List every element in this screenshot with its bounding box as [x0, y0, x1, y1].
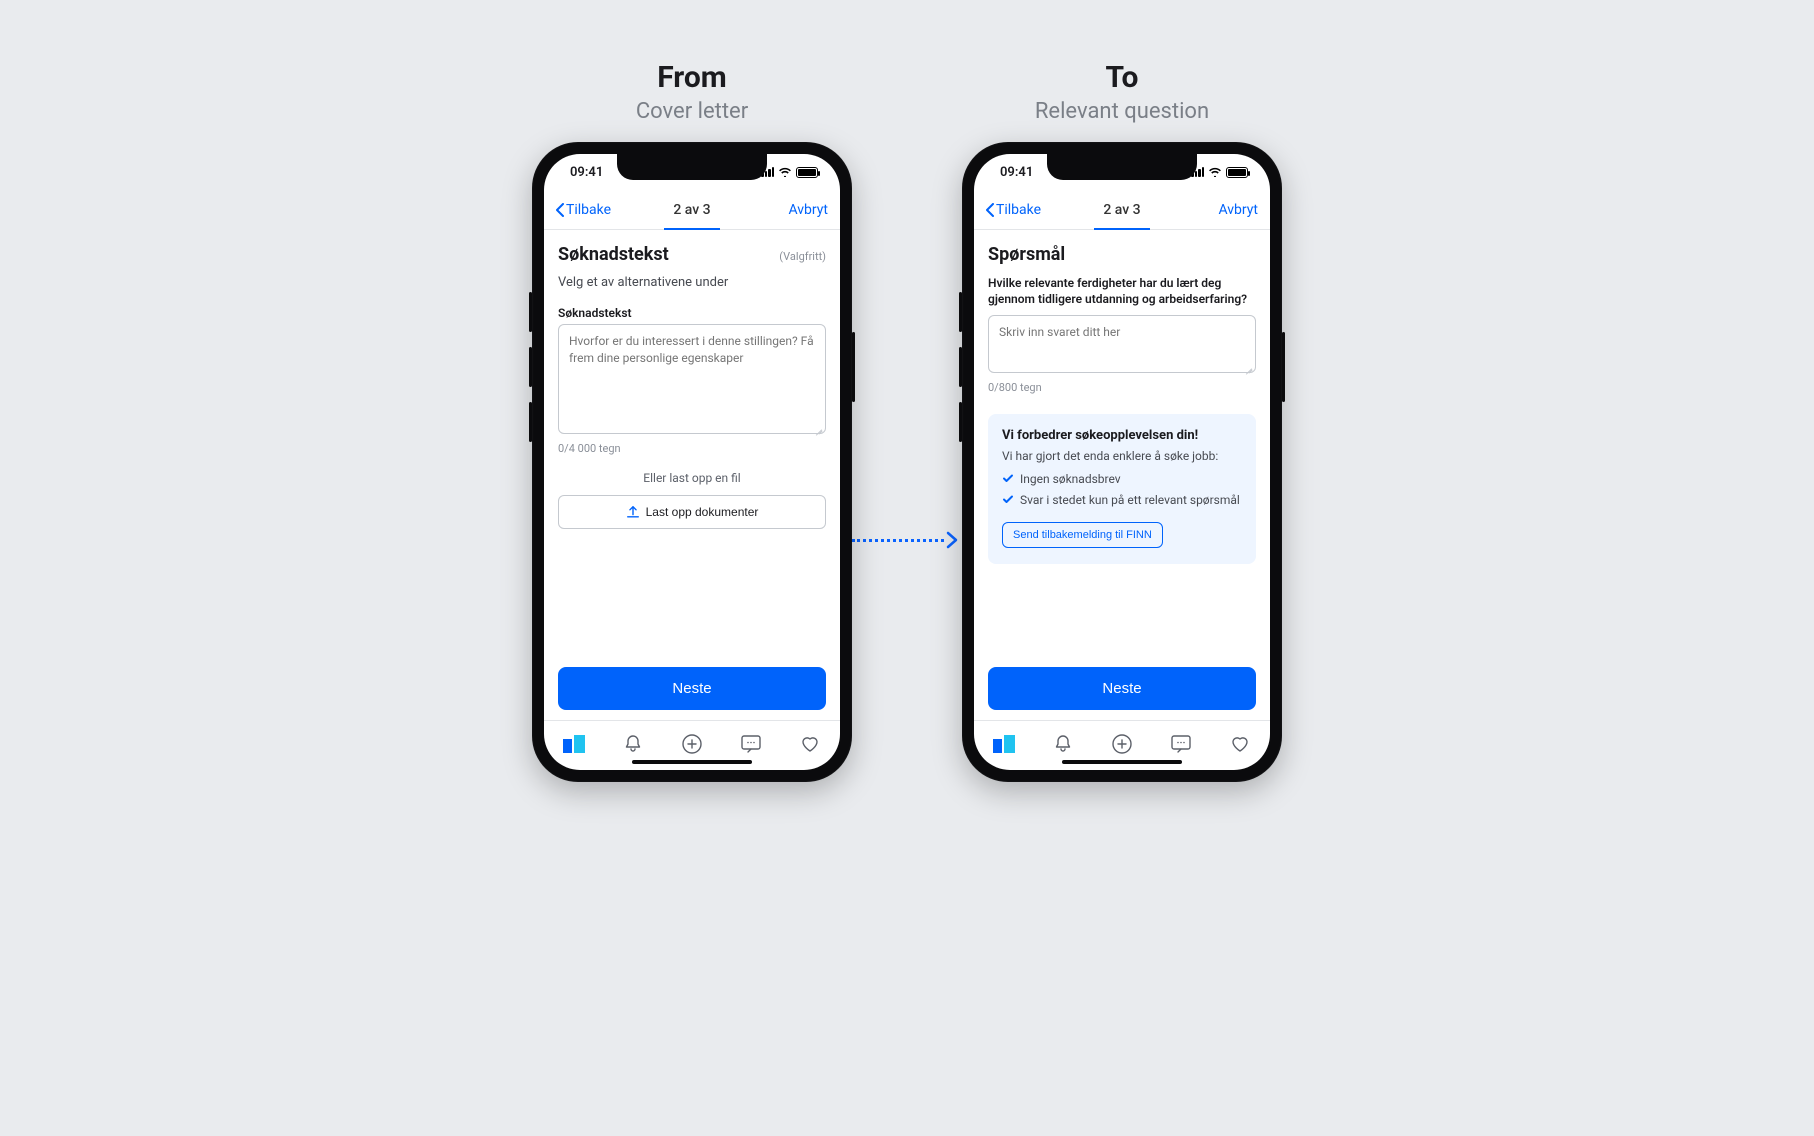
- back-label: Tilbake: [996, 202, 1041, 218]
- char-count: 0/4 000 tegn: [558, 442, 826, 455]
- message-icon: [740, 734, 762, 754]
- question-text: Hvilke relevante ferdigheter har du lært…: [988, 275, 1256, 307]
- info-title: Vi forbedrer søkeopplevelsen din!: [1002, 428, 1242, 443]
- logo-icon: [993, 735, 1015, 753]
- tab-notifications[interactable]: [1041, 734, 1085, 754]
- from-column: From Cover letter 09:41: [532, 60, 852, 782]
- step-indicator: 2 av 3: [673, 202, 710, 218]
- phone-notch: [617, 154, 767, 180]
- wifi-icon: [778, 167, 792, 177]
- page-title: Søknadstekst: [558, 244, 669, 265]
- home-indicator: [632, 760, 752, 764]
- to-column: To Relevant question 09:41 Tilbake: [962, 60, 1282, 782]
- info-item-text: Svar i stedet kun på ett relevant spørsm…: [1020, 492, 1240, 508]
- cancel-button[interactable]: Avbryt: [1218, 202, 1258, 218]
- nav-bar: Tilbake 2 av 3 Avbryt: [974, 190, 1270, 230]
- message-icon: [1170, 734, 1192, 754]
- status-time: 09:41: [570, 165, 603, 180]
- tab-favorites[interactable]: [1218, 734, 1262, 754]
- heart-icon: [1229, 734, 1251, 754]
- bell-icon: [1053, 734, 1073, 754]
- back-label: Tilbake: [566, 202, 611, 218]
- info-item-text: Ingen søknadsbrev: [1020, 471, 1121, 487]
- info-list-item: Ingen søknadsbrev: [1002, 471, 1242, 487]
- next-button[interactable]: Neste: [988, 667, 1256, 710]
- footer-area: Neste: [544, 667, 840, 720]
- battery-icon: [1226, 167, 1248, 178]
- bell-icon: [623, 734, 643, 754]
- info-list: Ingen søknadsbrev Svar i stedet kun på e…: [1002, 471, 1242, 507]
- home-indicator: [1062, 760, 1182, 764]
- from-heading: From: [657, 60, 727, 95]
- progress-indicator: [1094, 228, 1150, 230]
- page-title: Spørsmål: [988, 244, 1065, 265]
- content-from: Søknadstekst (Valgfritt) Velg et av alte…: [544, 230, 840, 667]
- textarea-wrap: [558, 324, 826, 438]
- from-subheading: Cover letter: [636, 99, 748, 124]
- cancel-button[interactable]: Avbryt: [788, 202, 828, 218]
- tab-messages[interactable]: [729, 734, 773, 754]
- progress-indicator: [664, 228, 720, 230]
- tab-notifications[interactable]: [611, 734, 655, 754]
- tab-add[interactable]: [1100, 733, 1144, 755]
- plus-circle-icon: [681, 733, 703, 755]
- screen-to: 09:41 Tilbake 2 av 3 Avbryt: [974, 154, 1270, 770]
- instruction-text: Velg et av alternativene under: [558, 275, 826, 290]
- or-divider: Eller last opp en fil: [558, 471, 826, 485]
- tab-messages[interactable]: [1159, 734, 1203, 754]
- chevron-left-icon: [556, 203, 564, 217]
- upload-icon: [626, 505, 640, 519]
- next-button[interactable]: Neste: [558, 667, 826, 710]
- feedback-button[interactable]: Send tilbakemelding til FINN: [1002, 522, 1163, 548]
- info-lead: Vi har gjort det enda enklere å søke job…: [1002, 449, 1242, 463]
- cover-letter-textarea[interactable]: [558, 324, 826, 434]
- textarea-wrap: [988, 315, 1256, 377]
- tab-add[interactable]: [670, 733, 714, 755]
- heart-icon: [799, 734, 821, 754]
- tab-favorites[interactable]: [788, 734, 832, 754]
- to-heading: To: [1106, 60, 1139, 95]
- phone-mock-to: 09:41 Tilbake 2 av 3 Avbryt: [962, 142, 1282, 782]
- char-count: 0/800 tegn: [988, 381, 1256, 394]
- arrow-head-icon: [944, 531, 962, 549]
- title-row: Spørsmål: [988, 244, 1256, 265]
- status-right-cluster: [1191, 167, 1248, 178]
- status-time: 09:41: [1000, 165, 1033, 180]
- optional-label: (Valgfritt): [779, 250, 826, 263]
- step-indicator: 2 av 3: [1103, 202, 1140, 218]
- check-icon: [1002, 493, 1014, 505]
- chevron-left-icon: [986, 203, 994, 217]
- content-to: Spørsmål Hvilke relevante ferdigheter ha…: [974, 230, 1270, 667]
- nav-bar: Tilbake 2 av 3 Avbryt: [544, 190, 840, 230]
- tab-home[interactable]: [552, 735, 596, 753]
- logo-icon: [563, 735, 585, 753]
- back-button[interactable]: Tilbake: [556, 202, 611, 218]
- wifi-icon: [1208, 167, 1222, 177]
- status-right-cluster: [761, 167, 818, 178]
- info-box: Vi forbedrer søkeopplevelsen din! Vi har…: [988, 414, 1256, 563]
- transition-arrow: [852, 150, 962, 930]
- check-icon: [1002, 472, 1014, 484]
- to-subheading: Relevant question: [1035, 99, 1209, 124]
- upload-button[interactable]: Last opp dokumenter: [558, 495, 826, 529]
- phone-notch: [1047, 154, 1197, 180]
- upload-label: Last opp dokumenter: [646, 505, 759, 519]
- footer-area: Neste: [974, 667, 1270, 720]
- plus-circle-icon: [1111, 733, 1133, 755]
- back-button[interactable]: Tilbake: [986, 202, 1041, 218]
- screen-from: 09:41 Tilbake 2 av 3 Avbryt: [544, 154, 840, 770]
- field-label: Søknadstekst: [558, 306, 826, 320]
- arrow-dotted-line: [852, 539, 944, 542]
- comparison-stage: From Cover letter 09:41: [0, 0, 1814, 1136]
- phone-mock-from: 09:41 Tilbake 2 av 3 Avbryt: [532, 142, 852, 782]
- info-list-item: Svar i stedet kun på ett relevant spørsm…: [1002, 492, 1242, 508]
- title-row: Søknadstekst (Valgfritt): [558, 244, 826, 265]
- answer-textarea[interactable]: [988, 315, 1256, 373]
- tab-home[interactable]: [982, 735, 1026, 753]
- battery-icon: [796, 167, 818, 178]
